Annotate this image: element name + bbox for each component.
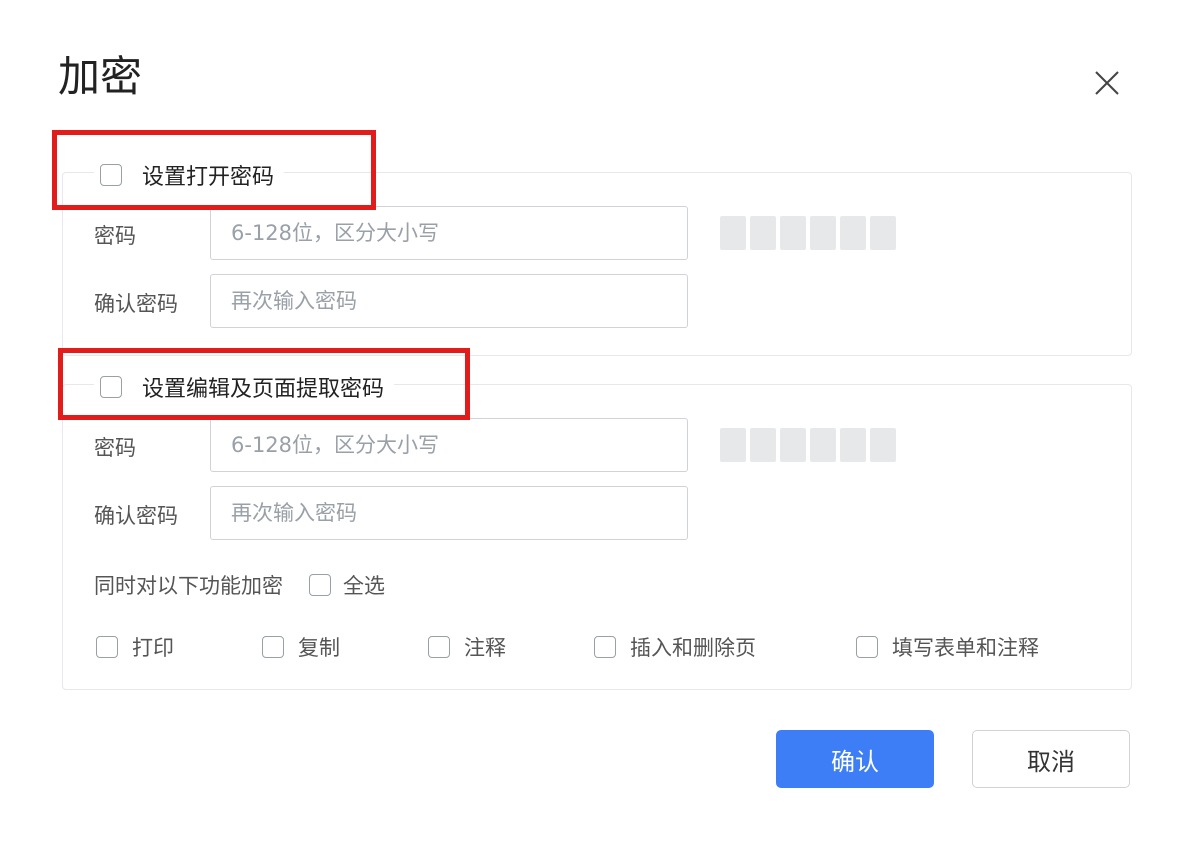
strength-segment xyxy=(720,428,746,462)
copy-label: 复制 xyxy=(298,636,340,660)
option-copy[interactable]: 复制 xyxy=(262,632,340,662)
strength-segment xyxy=(810,216,836,250)
edit-password-strength-meter xyxy=(720,428,896,462)
strength-segment xyxy=(750,428,776,462)
option-print[interactable]: 打印 xyxy=(96,632,174,662)
strength-segment xyxy=(840,428,866,462)
strength-segment xyxy=(810,428,836,462)
edit-password-input[interactable] xyxy=(210,418,688,472)
open-password-panel xyxy=(62,172,1132,356)
select-all-option[interactable]: 全选 xyxy=(309,570,385,600)
cancel-button[interactable]: 取消 xyxy=(972,730,1130,788)
encrypt-dialog: 加密 设置打开密码 密码 确认密码 设置编辑及页面提取密码 密码 xyxy=(0,0,1194,848)
select-all-checkbox[interactable] xyxy=(309,574,331,596)
strength-segment xyxy=(750,216,776,250)
annotate-checkbox[interactable] xyxy=(428,636,450,658)
edit-password-checkbox[interactable] xyxy=(100,376,122,398)
insert-delete-pages-label: 插入和删除页 xyxy=(630,636,756,660)
strength-segment xyxy=(840,216,866,250)
fill-forms-label: 填写表单和注释 xyxy=(892,636,1039,660)
close-icon xyxy=(1095,71,1119,95)
copy-checkbox[interactable] xyxy=(262,636,284,658)
edit-password-field-label: 密码 xyxy=(94,436,136,460)
annotate-label: 注释 xyxy=(464,636,506,660)
open-password-input[interactable] xyxy=(210,206,688,260)
edit-confirm-field-label: 确认密码 xyxy=(94,504,178,528)
insert-delete-pages-checkbox[interactable] xyxy=(594,636,616,658)
open-password-header: 设置打开密码 xyxy=(94,158,285,192)
strength-segment xyxy=(780,216,806,250)
strength-segment xyxy=(780,428,806,462)
also-encrypt-label: 同时对以下功能加密 xyxy=(94,574,283,598)
select-all-label: 全选 xyxy=(343,574,385,598)
strength-segment xyxy=(870,216,896,250)
open-password-checkbox[interactable] xyxy=(100,164,122,186)
option-annotate[interactable]: 注释 xyxy=(428,632,506,662)
strength-segment xyxy=(720,216,746,250)
open-confirm-field-label: 确认密码 xyxy=(94,292,178,316)
strength-segment xyxy=(870,428,896,462)
fill-forms-checkbox[interactable] xyxy=(856,636,878,658)
print-checkbox[interactable] xyxy=(96,636,118,658)
edit-password-label: 设置编辑及页面提取密码 xyxy=(142,377,385,402)
confirm-button[interactable]: 确认 xyxy=(776,730,934,788)
dialog-title: 加密 xyxy=(58,52,143,101)
option-insert-delete-pages[interactable]: 插入和删除页 xyxy=(594,632,756,662)
open-password-strength-meter xyxy=(720,216,896,250)
print-label: 打印 xyxy=(132,636,174,660)
open-password-field-label: 密码 xyxy=(94,224,136,248)
option-fill-forms[interactable]: 填写表单和注释 xyxy=(856,632,1039,662)
also-encrypt-row: 同时对以下功能加密 全选 xyxy=(94,570,385,600)
open-password-label: 设置打开密码 xyxy=(142,165,275,190)
edit-password-header: 设置编辑及页面提取密码 xyxy=(94,370,395,404)
open-confirm-input[interactable] xyxy=(210,274,688,328)
edit-confirm-input[interactable] xyxy=(210,486,688,540)
close-button[interactable] xyxy=(1092,68,1122,98)
